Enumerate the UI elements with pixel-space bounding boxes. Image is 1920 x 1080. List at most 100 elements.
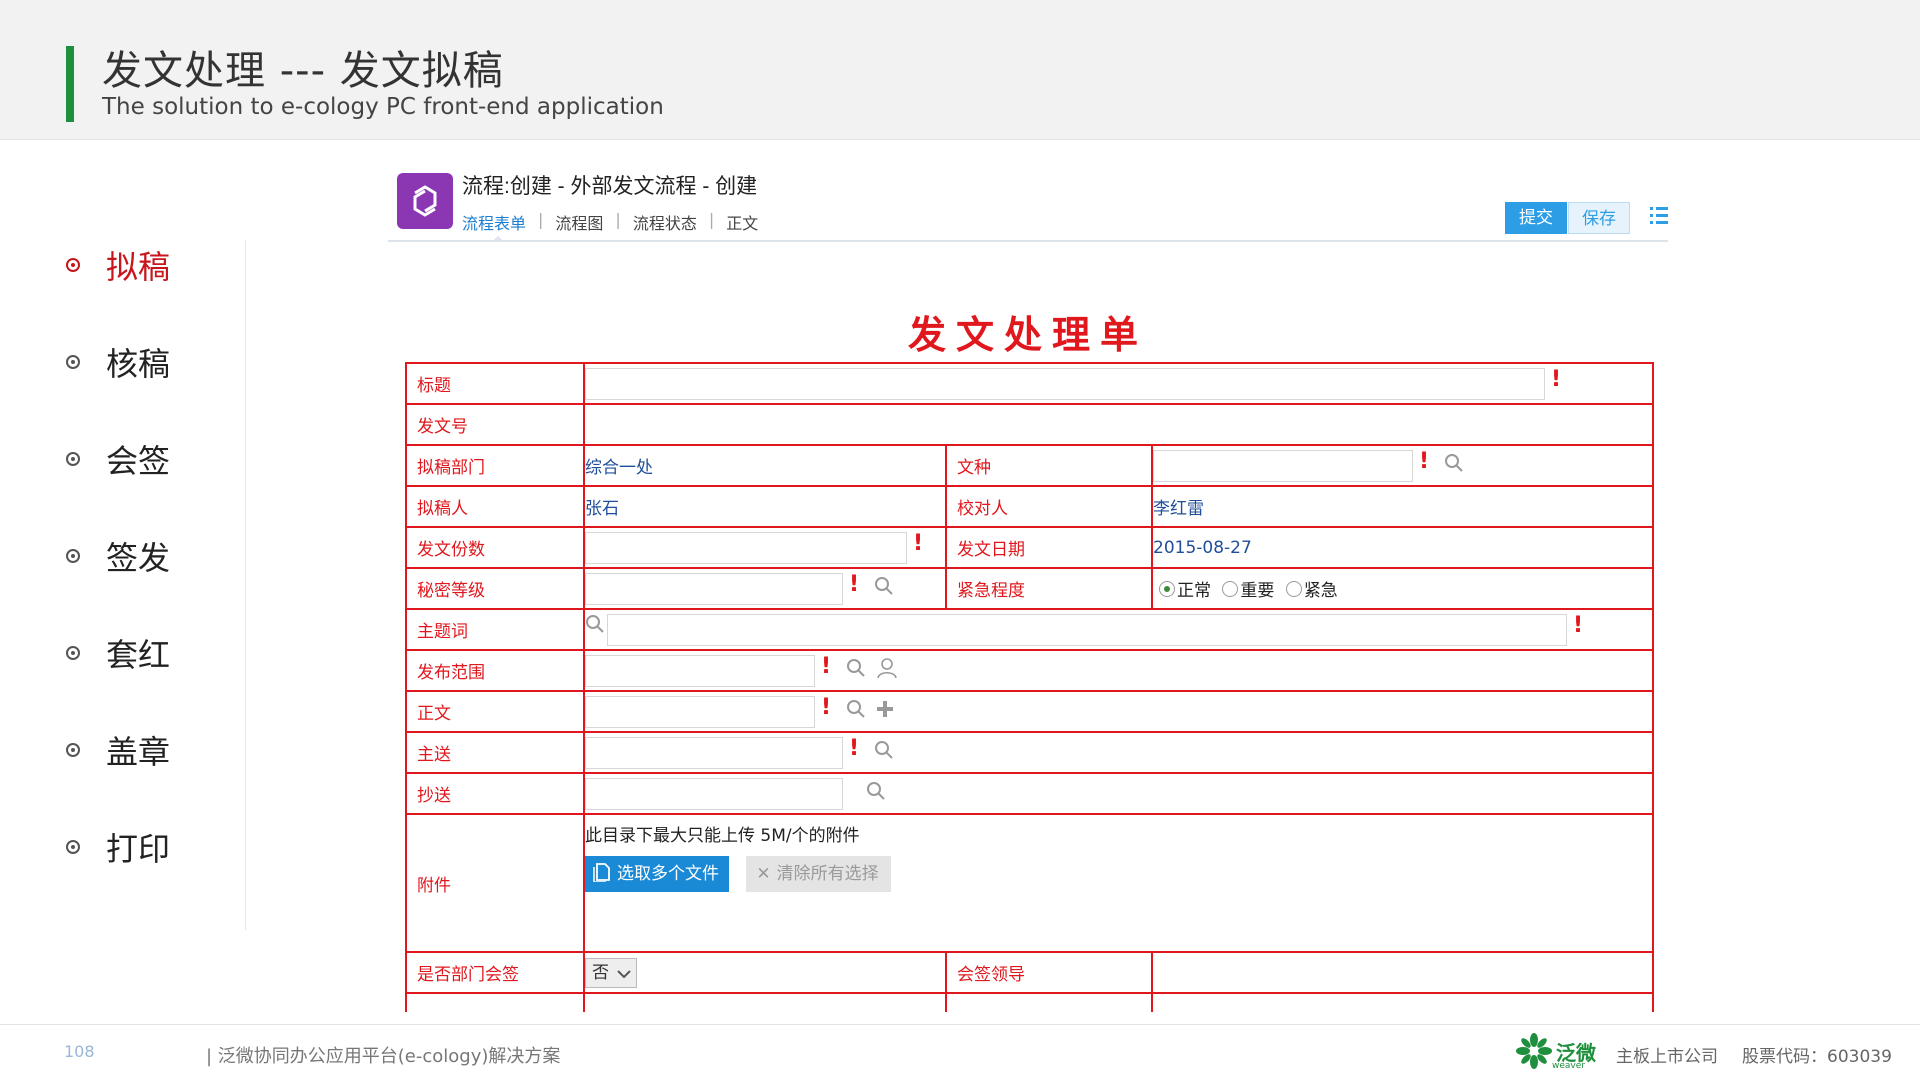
step-redhead[interactable]: 套红 bbox=[66, 628, 170, 678]
menu-icon[interactable] bbox=[1650, 204, 1668, 232]
step-label: 核稿 bbox=[106, 345, 171, 383]
step-label: 盖章 bbox=[106, 733, 171, 771]
slide-title: 发文处理 --- 发文拟稿 bbox=[102, 48, 504, 94]
submit-button[interactable]: 提交 bbox=[1505, 202, 1567, 234]
brand-sub: weaver bbox=[1552, 1061, 1585, 1071]
search-icon[interactable] bbox=[874, 576, 894, 601]
select-files-button[interactable]: 选取多个文件 bbox=[585, 856, 729, 892]
search-icon[interactable] bbox=[874, 740, 894, 765]
label-urgency: 紧急程度 bbox=[945, 567, 1153, 610]
doc-type-input[interactable] bbox=[1153, 449, 1413, 482]
scope-input[interactable] bbox=[585, 654, 815, 687]
step-issue[interactable]: 签发 bbox=[66, 531, 170, 581]
search-icon[interactable] bbox=[585, 614, 605, 639]
slide-subtitle: The solution to e-cology PC front-end ap… bbox=[102, 94, 664, 120]
urgency-radio-urgent[interactable] bbox=[1285, 580, 1302, 597]
dept-value: 综合一处 bbox=[583, 444, 947, 487]
attachment-note: 此目录下最大只能上传 5M/个的附件 bbox=[585, 826, 860, 846]
user-picker-icon[interactable] bbox=[876, 657, 898, 684]
workflow-logo-icon bbox=[397, 173, 453, 229]
step-review[interactable]: 核稿 bbox=[66, 337, 170, 387]
label-cc: 抄送 bbox=[405, 772, 585, 815]
tab-form[interactable]: 流程表单 bbox=[462, 210, 532, 234]
label-proofreader: 校对人 bbox=[945, 485, 1153, 528]
search-icon[interactable] bbox=[1444, 453, 1464, 478]
clear-selection-button[interactable]: ✕ 清除所有选择 bbox=[746, 856, 891, 892]
label-doc-type: 文种 bbox=[945, 444, 1153, 487]
label-secret: 秘密等级 bbox=[405, 567, 585, 610]
tab-separator: | bbox=[538, 210, 544, 229]
urgency-option-label: 重要 bbox=[1240, 581, 1275, 601]
attachment-cell: 此目录下最大只能上传 5M/个的附件 选取多个文件 ✕ 清除所有选择 bbox=[583, 813, 1654, 953]
listing-text: 主板上市公司 bbox=[1616, 1047, 1718, 1067]
search-icon[interactable] bbox=[846, 658, 866, 683]
search-icon[interactable] bbox=[846, 699, 866, 724]
secret-input[interactable] bbox=[585, 572, 843, 605]
file-icon bbox=[593, 863, 610, 883]
step-label: 打印 bbox=[106, 830, 171, 868]
title-input[interactable] bbox=[585, 367, 1545, 400]
to-cell: ! bbox=[583, 731, 1654, 774]
step-print[interactable]: 打印 bbox=[66, 822, 170, 872]
body-input[interactable] bbox=[585, 695, 815, 728]
empty-cell bbox=[945, 992, 1153, 1012]
secret-cell: ! bbox=[583, 567, 947, 610]
cc-input[interactable] bbox=[585, 777, 843, 810]
select-files-label: 选取多个文件 bbox=[617, 864, 719, 884]
body-cell: ! bbox=[583, 690, 1654, 733]
required-icon: ! bbox=[821, 694, 832, 720]
label-copies: 发文份数 bbox=[405, 526, 585, 569]
tab-status[interactable]: 流程状态 bbox=[627, 210, 703, 234]
to-input[interactable] bbox=[585, 736, 843, 769]
required-icon: ! bbox=[1551, 366, 1562, 392]
label-body: 正文 bbox=[405, 690, 585, 733]
bullet-icon bbox=[66, 355, 80, 369]
label-title: 标题 bbox=[405, 362, 585, 405]
required-icon: ! bbox=[849, 735, 860, 761]
search-icon[interactable] bbox=[866, 781, 886, 806]
plus-icon[interactable] bbox=[876, 700, 894, 723]
label-dept: 拟稿部门 bbox=[405, 444, 585, 487]
step-draft[interactable]: 拟稿 bbox=[66, 240, 170, 290]
bullet-icon bbox=[66, 452, 80, 466]
required-icon: ! bbox=[1419, 448, 1430, 474]
workflow-tabs: 流程表单 | 流程图 | 流程状态 | 正文 bbox=[462, 210, 764, 234]
urgency-radio-normal[interactable] bbox=[1159, 580, 1175, 597]
copies-input[interactable] bbox=[585, 531, 907, 564]
keywords-input[interactable] bbox=[607, 613, 1567, 646]
label-sign-leader: 会签领导 bbox=[945, 951, 1153, 994]
workflow-header: 流程:创建 - 外部发文流程 - 创建 流程表单 | 流程图 | 流程状态 | … bbox=[388, 160, 1668, 242]
empty-cell bbox=[583, 992, 947, 1012]
document-form: 标题 ! 发文号 拟稿部门 综合一处 文种 ! 拟稿人 张石 校对人 李红雷 发… bbox=[405, 362, 1654, 1012]
save-button[interactable]: 保存 bbox=[1568, 202, 1630, 234]
step-label: 套红 bbox=[106, 636, 171, 674]
doc-no-cell bbox=[583, 403, 1654, 446]
brand-flower-icon bbox=[1516, 1033, 1552, 1069]
dept-sign-cell: 否 bbox=[583, 951, 947, 994]
urgency-option-label: 紧急 bbox=[1303, 581, 1338, 601]
workflow-title: 流程:创建 - 外部发文流程 - 创建 bbox=[462, 175, 758, 198]
cc-cell bbox=[583, 772, 1654, 815]
bullet-icon bbox=[66, 258, 80, 272]
label-keywords: 主题词 bbox=[405, 608, 585, 651]
keywords-cell: ! bbox=[583, 608, 1654, 651]
chevron-down-icon bbox=[617, 969, 631, 978]
label-to: 主送 bbox=[405, 731, 585, 774]
step-countersign[interactable]: 会签 bbox=[66, 434, 170, 484]
title-cell: ! bbox=[583, 362, 1654, 405]
step-label: 会签 bbox=[106, 442, 171, 480]
step-seal[interactable]: 盖章 bbox=[66, 725, 170, 775]
form-container: 标题 ! 发文号 拟稿部门 综合一处 文种 ! 拟稿人 张石 校对人 李红雷 发… bbox=[405, 362, 1654, 1012]
required-icon: ! bbox=[821, 653, 832, 679]
tab-separator: | bbox=[615, 210, 621, 229]
stock-code: 股票代码：603039 bbox=[1742, 1047, 1892, 1067]
empty-cell bbox=[405, 992, 585, 1012]
tab-separator: | bbox=[708, 210, 715, 229]
bullet-icon bbox=[66, 743, 80, 757]
dept-sign-select[interactable]: 否 bbox=[585, 957, 637, 988]
urgency-option-label: 正常 bbox=[1177, 581, 1211, 601]
tab-body[interactable]: 正文 bbox=[720, 210, 764, 234]
tab-flowchart[interactable]: 流程图 bbox=[549, 210, 609, 234]
slide-header: 发文处理 --- 发文拟稿 The solution to e-cology P… bbox=[0, 0, 1920, 140]
urgency-radio-important[interactable] bbox=[1222, 580, 1239, 597]
